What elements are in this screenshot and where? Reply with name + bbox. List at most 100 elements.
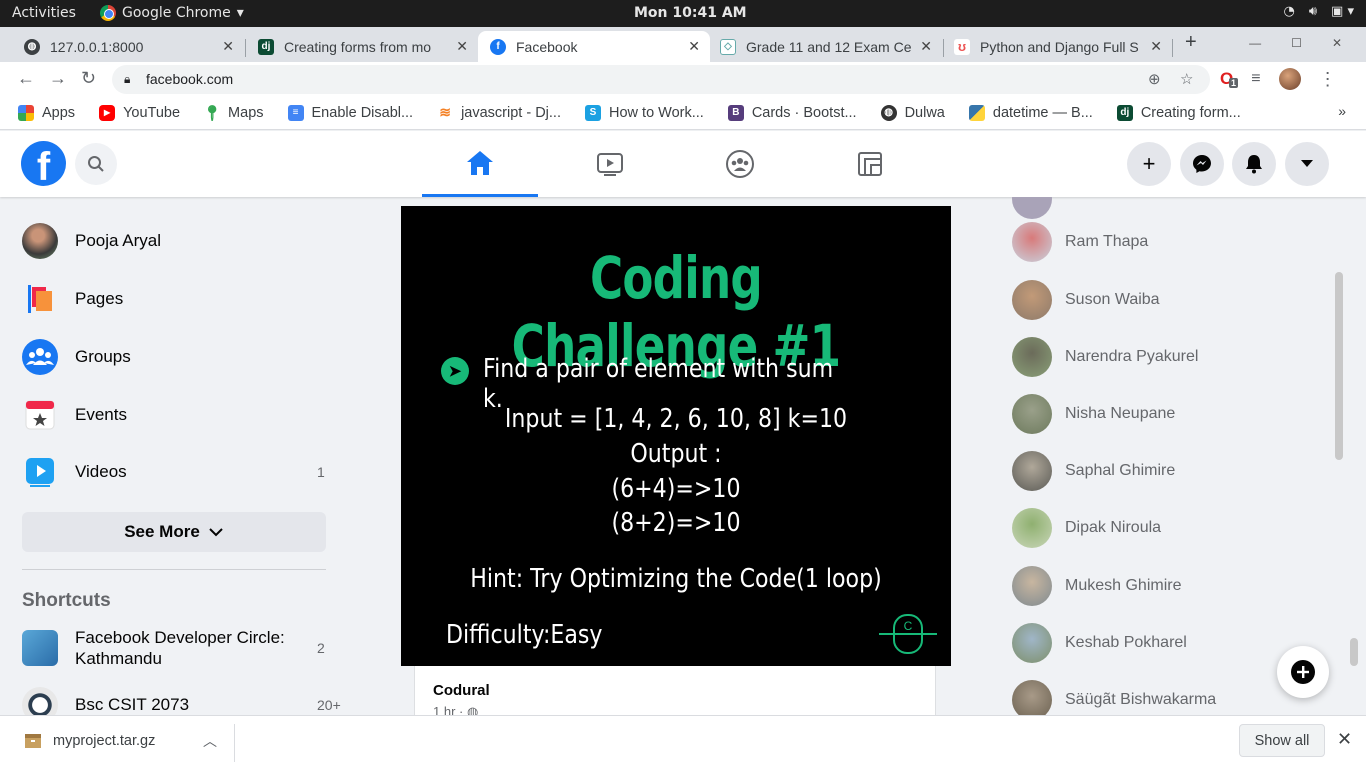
bookmark-datetime[interactable]: datetime — B... [968, 104, 1093, 121]
reload-icon[interactable]: ↻ [81, 68, 96, 89]
sidebar-item-groups[interactable]: Groups [22, 339, 131, 375]
sidebar-item-videos[interactable]: Videos 1 [22, 454, 325, 490]
shortcut-fb-dev-circle[interactable]: Facebook Developer Circle: Kathmandu 2 [22, 627, 325, 669]
media-queue-icon[interactable]: ≡ [1251, 70, 1260, 88]
sidebar-item-label: Pooja Aryal [75, 231, 161, 250]
bookmark-javascript[interactable]: ≋ javascript - Dj... [437, 104, 561, 121]
forward-arrow-icon[interactable]: → [49, 68, 67, 89]
bookmark-creating-form[interactable]: dj Creating form... [1116, 104, 1241, 121]
close-icon[interactable]: ✕ [456, 38, 468, 55]
bookmark-enable-disable[interactable]: ≡ Enable Disabl... [287, 104, 413, 121]
see-more-button[interactable]: See More [22, 512, 326, 552]
tab-grade-11-12[interactable]: ◇ Grade 11 and 12 Exam Ce ✕ [710, 31, 942, 62]
django-icon: dj [258, 38, 274, 55]
contact-item[interactable]: Narendra Pyakurel [1012, 337, 1198, 377]
udemy-icon: ʊ [954, 38, 970, 55]
close-icon[interactable]: ✕ [920, 38, 932, 55]
maximize-icon[interactable]: ☐ [1291, 36, 1302, 50]
show-all-button[interactable]: Show all [1239, 724, 1325, 757]
bookmark-dulwa[interactable]: ◍ Dulwa [880, 104, 945, 121]
post-image[interactable]: Coding Challenge #1 ➤ Find a pair of ele… [401, 206, 951, 666]
sidebar-item-label: Groups [75, 347, 131, 366]
contact-item[interactable]: Ram Thapa [1012, 222, 1148, 262]
sidebar-item-pages[interactable]: Pages [22, 281, 123, 317]
new-message-button[interactable] [1277, 646, 1329, 698]
nav-home[interactable] [422, 131, 538, 197]
bookmark-maps[interactable]: 📍︎ Maps [203, 105, 264, 122]
bookmark-label: Apps [42, 104, 76, 121]
toolbar-actions: O1 ≡ ⋮ [1220, 68, 1337, 90]
scrollbar-thumb[interactable] [1335, 272, 1343, 460]
challenge-hint: Hint: Try Optimizing the Code(1 loop) [470, 564, 882, 594]
shortcut-label: Facebook Developer Circle: Kathmandu [75, 628, 285, 668]
messenger-button[interactable] [1180, 142, 1224, 186]
extension-badge: 1 [1229, 78, 1239, 88]
zoom-icon[interactable]: ⊕ [1148, 65, 1161, 94]
shortcut-bsc-csit[interactable]: Bsc CSIT 2073 20+ [22, 687, 341, 715]
opera-extension-icon[interactable]: O1 [1220, 69, 1239, 89]
tab-creating-forms[interactable]: dj Creating forms from mo ✕ [234, 31, 478, 62]
contact-item[interactable]: Suson Waiba [1012, 280, 1160, 320]
tab-python-django[interactable]: ʊ Python and Django Full S ✕ [942, 31, 1172, 62]
notifications-button[interactable] [1232, 142, 1276, 186]
lock-icon[interactable]: 🔒︎ [124, 65, 130, 94]
minimize-icon[interactable]: — [1249, 36, 1261, 50]
bookmark-label: Cards · Bootst... [751, 104, 857, 121]
app-menu[interactable]: Google Chrome ▾ [100, 5, 244, 21]
chevron-down-icon [209, 528, 223, 537]
account-menu-button[interactable] [1285, 142, 1329, 186]
bookmark-apps[interactable]: Apps [18, 104, 76, 121]
sidebar-item-events[interactable]: Events [22, 397, 127, 433]
contact-item[interactable]: Nisha Neupane [1012, 394, 1175, 434]
close-icon[interactable]: ✕ [1337, 729, 1352, 750]
window-close-icon[interactable]: ✕ [1332, 36, 1342, 50]
python-icon [968, 104, 985, 121]
browser-toolbar: ← → ↻ 🔒︎ facebook.com ⊕ ☆ O1 ≡ ⋮ [0, 62, 1366, 96]
shortcut-count: 2 [317, 639, 325, 656]
profile-avatar[interactable] [1278, 68, 1301, 90]
sidebar-item-profile[interactable]: Pooja Aryal [22, 223, 161, 259]
bookmark-cards-bootstrap[interactable]: B Cards · Bootst... [727, 104, 857, 121]
contact-item[interactable]: Säügãt Bishwakarma [1012, 680, 1216, 715]
contact-name: Saphal Ghimire [1065, 462, 1176, 479]
chrome-menu-icon[interactable]: ⋮ [1319, 69, 1337, 90]
download-item[interactable]: myproject.tar.gz [24, 733, 155, 749]
contact-item[interactable]: Dipak Niroula [1012, 508, 1161, 548]
facebook-logo[interactable]: f [21, 141, 66, 186]
avatar [1012, 623, 1052, 663]
close-icon[interactable]: ✕ [688, 38, 700, 55]
bookmark-how-to-work[interactable]: S How to Work... [585, 104, 704, 121]
create-button[interactable]: + [1127, 142, 1171, 186]
messenger-icon [1193, 155, 1211, 173]
tab-title: 127.0.0.1:8000 [50, 38, 144, 55]
scrollbar-thumb[interactable] [1350, 638, 1358, 666]
contact-item[interactable]: Saphal Ghimire [1012, 451, 1175, 491]
bookmark-youtube[interactable]: ▶ YouTube [99, 104, 180, 121]
chevron-up-icon[interactable]: ︿ [203, 731, 217, 751]
post-author[interactable]: Codural [433, 682, 490, 699]
nav-groups[interactable] [682, 131, 798, 197]
clock[interactable]: Mon 10:41 AM [634, 5, 747, 21]
contact-item[interactable]: Keshab Pokharel [1012, 623, 1187, 663]
address-bar[interactable]: 🔒︎ facebook.com ⊕ ☆ [112, 65, 1210, 94]
bullet-icon: ➤ [441, 357, 469, 385]
bookmark-star-icon[interactable]: ☆ [1180, 65, 1193, 94]
activities-button[interactable]: Activities [12, 5, 76, 21]
close-icon[interactable]: ✕ [1150, 38, 1162, 55]
window-controls: — ☐ ✕ [1249, 36, 1342, 50]
contact-item[interactable]: Mukesh Ghimire [1012, 566, 1181, 606]
tab-facebook[interactable]: f Facebook ✕ [478, 31, 710, 62]
back-arrow-icon[interactable]: ← [17, 68, 35, 89]
tab-strip: ◍ 127.0.0.1:8000 ✕ dj Creating forms fro… [0, 27, 1366, 62]
contact-name: Ram Thapa [1065, 233, 1149, 250]
chevron-double-right-icon[interactable]: » [1338, 103, 1346, 119]
system-tray[interactable]: ◔ 🔊︎ ▣ ▾ [1284, 4, 1355, 19]
search-button[interactable] [75, 143, 117, 185]
tab-localhost[interactable]: ◍ 127.0.0.1:8000 ✕ [0, 31, 244, 62]
nav-watch[interactable] [552, 131, 668, 197]
close-icon[interactable]: ✕ [222, 38, 234, 55]
new-tab-button[interactable]: + [1185, 31, 1197, 54]
contact-name: Säügãt Bishwakarma [1065, 691, 1217, 708]
contact-item[interactable] [1012, 197, 1065, 219]
nav-gaming[interactable] [812, 131, 928, 197]
